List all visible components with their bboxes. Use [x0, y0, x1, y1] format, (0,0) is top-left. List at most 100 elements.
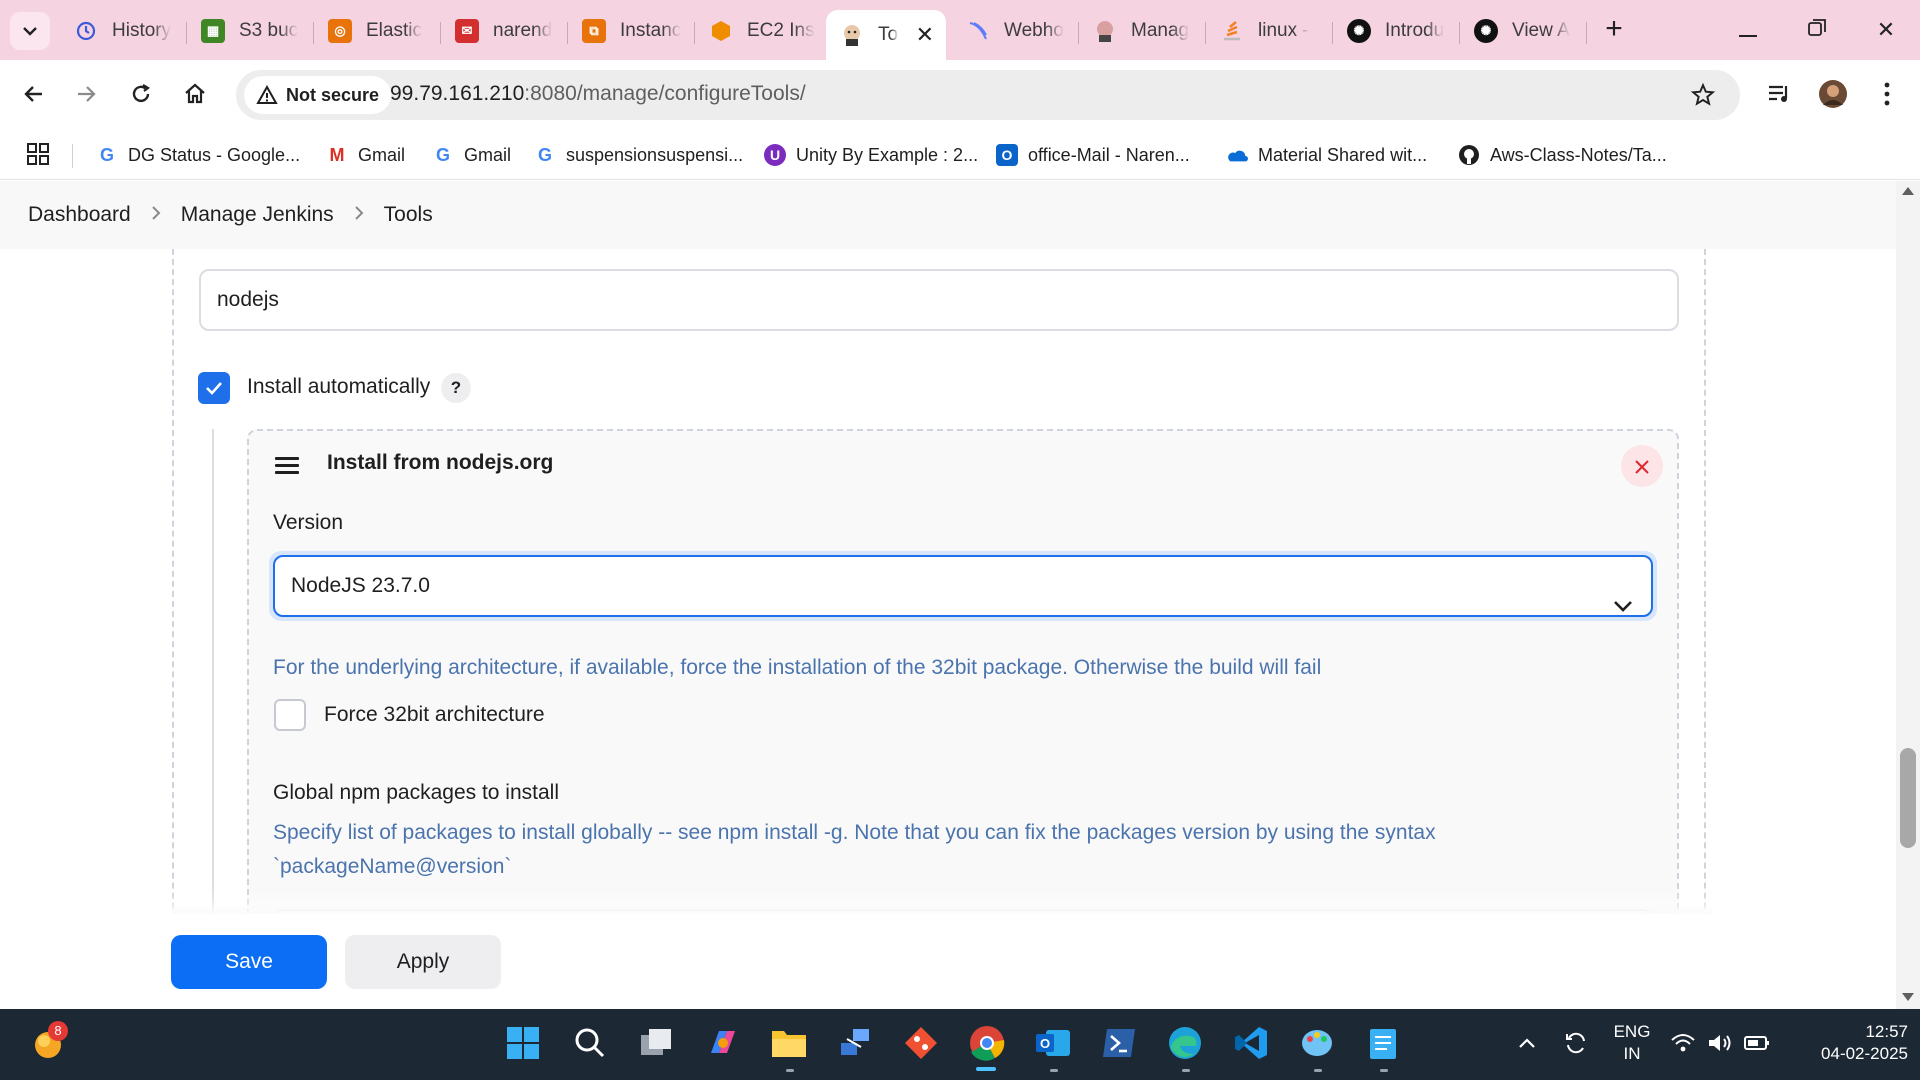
sync-icon[interactable] — [1556, 1023, 1596, 1063]
input-language-indicator[interactable]: ENG IN — [1604, 1021, 1660, 1065]
apps-grid-icon[interactable] — [26, 142, 50, 171]
restore-button[interactable] — [1797, 14, 1837, 46]
clock[interactable]: 12:57 04-02-2025 — [1788, 1021, 1908, 1065]
installer-indent-line — [212, 429, 214, 914]
notepad-icon[interactable] — [1363, 1023, 1403, 1063]
security-chip[interactable]: Not secure — [244, 76, 392, 114]
bookmark-item[interactable]: U Unity By Example : 2... — [764, 140, 978, 170]
udemy-icon: U — [764, 144, 786, 166]
breadcrumb-manage-jenkins[interactable]: Manage Jenkins — [181, 203, 334, 227]
tab-mail[interactable]: ✉ narend — [441, 10, 567, 52]
running-indicator — [1314, 1069, 1322, 1072]
tab-history[interactable]: History — [60, 10, 186, 52]
tab-label: Instanc — [620, 20, 682, 41]
install-automatically-label: Install automatically — [247, 375, 431, 398]
jenkins-icon — [1093, 19, 1117, 43]
scroll-down-arrow-icon[interactable] — [1902, 993, 1914, 1001]
minimize-button[interactable] — [1728, 14, 1768, 46]
vscode-icon[interactable] — [1231, 1023, 1271, 1063]
scrollbar-thumb[interactable] — [1900, 748, 1916, 848]
breadcrumb-tools[interactable]: Tools — [384, 203, 433, 227]
tab-tools-active[interactable]: To ✕ — [826, 10, 946, 60]
tab-label: Manag — [1131, 20, 1190, 41]
save-button[interactable]: Save — [171, 935, 327, 989]
powershell-icon[interactable] — [1099, 1023, 1139, 1063]
close-window-button[interactable]: ✕ — [1866, 14, 1906, 46]
media-control-button[interactable] — [1762, 76, 1798, 112]
scroll-up-arrow-icon[interactable] — [1902, 187, 1914, 195]
bookmark-item[interactable]: G suspensionsuspensi... — [534, 140, 743, 170]
breadcrumb: Dashboard Manage Jenkins Tools — [0, 181, 1896, 249]
bookmark-item[interactable]: Material Shared wit... — [1226, 140, 1427, 170]
system-tray-status[interactable] — [1670, 1023, 1770, 1063]
tab-s3[interactable]: ▦ S3 buc — [187, 10, 313, 52]
chevron-down-icon — [23, 27, 37, 36]
chrome-icon[interactable] — [967, 1023, 1007, 1063]
tab-webhook[interactable]: Webho — [952, 10, 1078, 52]
tab-elastic[interactable]: ◎ Elastic — [314, 10, 440, 52]
reload-icon — [132, 84, 150, 103]
tab-introduction[interactable]: ✺ Introdu — [1333, 10, 1459, 52]
language-code: ENG — [1613, 1022, 1651, 1041]
search-icon[interactable] — [570, 1023, 610, 1063]
bookmark-item[interactable]: M Gmail — [326, 140, 406, 170]
tab-ec2[interactable]: EC2 Ins — [695, 10, 821, 52]
tab-label: narend — [493, 20, 553, 41]
help-icon[interactable]: ? — [441, 373, 471, 403]
url-text[interactable]: 99.79.161.210:8080/manage/configureTools… — [390, 82, 806, 106]
tab-instances[interactable]: ⧉ Instanc — [568, 10, 694, 52]
force32-description: For the underlying architecture, if avai… — [273, 656, 1322, 679]
reload-button[interactable] — [123, 76, 159, 112]
bookmark-item[interactable]: G DG Status - Google... — [96, 140, 300, 170]
tab-label: History — [112, 20, 172, 41]
remote-desktop-icon[interactable] — [835, 1023, 875, 1063]
tab-search-button[interactable] — [10, 12, 50, 50]
nodejs-name-input[interactable]: nodejs — [199, 269, 1679, 331]
apply-button[interactable]: Apply — [345, 935, 501, 989]
chatgpt-icon: ✺ — [1474, 19, 1498, 43]
copilot-icon[interactable] — [703, 1023, 743, 1063]
tab-manage[interactable]: Manag — [1079, 10, 1205, 52]
forward-button[interactable] — [68, 76, 104, 112]
windows-logo-icon — [507, 1027, 539, 1059]
bookmark-item[interactable]: O office-Mail - Naren... — [996, 140, 1190, 170]
drag-handle-icon[interactable] — [275, 457, 299, 475]
tab-linux[interactable]: linux - — [1206, 10, 1332, 52]
version-select-focus-ring: NodeJS 23.7.0 — [269, 551, 1657, 621]
tab-view[interactable]: ✺ View A — [1460, 10, 1586, 52]
browser-menu-button[interactable] — [1869, 76, 1905, 112]
svg-text:O: O — [1040, 1036, 1050, 1051]
windows-taskbar: 8 O ENG IN 12:57 04-02-2025 — [0, 1009, 1920, 1080]
outlook-icon[interactable]: O — [1033, 1023, 1073, 1063]
file-explorer-icon[interactable] — [769, 1023, 809, 1063]
home-icon — [185, 83, 205, 104]
profile-avatar[interactable] — [1815, 76, 1851, 112]
version-select[interactable]: NodeJS 23.7.0 — [273, 555, 1653, 617]
installer-title: Install from nodejs.org — [327, 451, 554, 474]
home-button[interactable] — [177, 76, 213, 112]
chatgpt-icon: ✺ — [1347, 19, 1371, 43]
google-icon: G — [99, 144, 114, 165]
back-button[interactable] — [16, 76, 52, 112]
bookmark-item[interactable]: G Gmail — [432, 140, 511, 170]
bookmark-item[interactable]: Aws-Class-Notes/Ta... — [1458, 140, 1667, 170]
npm-packages-description: Specify list of packages to install glob… — [273, 821, 1436, 844]
install-automatically-checkbox[interactable] — [198, 372, 230, 404]
close-tab-icon[interactable]: ✕ — [916, 22, 934, 48]
force32-checkbox[interactable] — [274, 699, 306, 731]
page-scrollbar[interactable] — [1896, 181, 1920, 1009]
volume-icon — [1709, 1035, 1731, 1051]
remove-installer-button[interactable] — [1621, 445, 1663, 487]
edge-icon[interactable] — [1165, 1023, 1205, 1063]
bookmark-star-icon[interactable] — [1690, 82, 1716, 113]
task-view-icon[interactable] — [637, 1023, 677, 1063]
github-icon — [1458, 144, 1480, 166]
address-bar[interactable]: Not secure 99.79.161.210:8080/manage/con… — [236, 70, 1740, 120]
new-tab-button[interactable]: + — [1598, 14, 1630, 46]
breadcrumb-dashboard[interactable]: Dashboard — [28, 203, 131, 227]
start-button[interactable] — [503, 1023, 543, 1063]
paint-icon[interactable] — [1297, 1023, 1337, 1063]
chevron-up-icon[interactable] — [1507, 1023, 1547, 1063]
git-icon[interactable] — [901, 1023, 941, 1063]
tab-label: To — [878, 24, 899, 45]
